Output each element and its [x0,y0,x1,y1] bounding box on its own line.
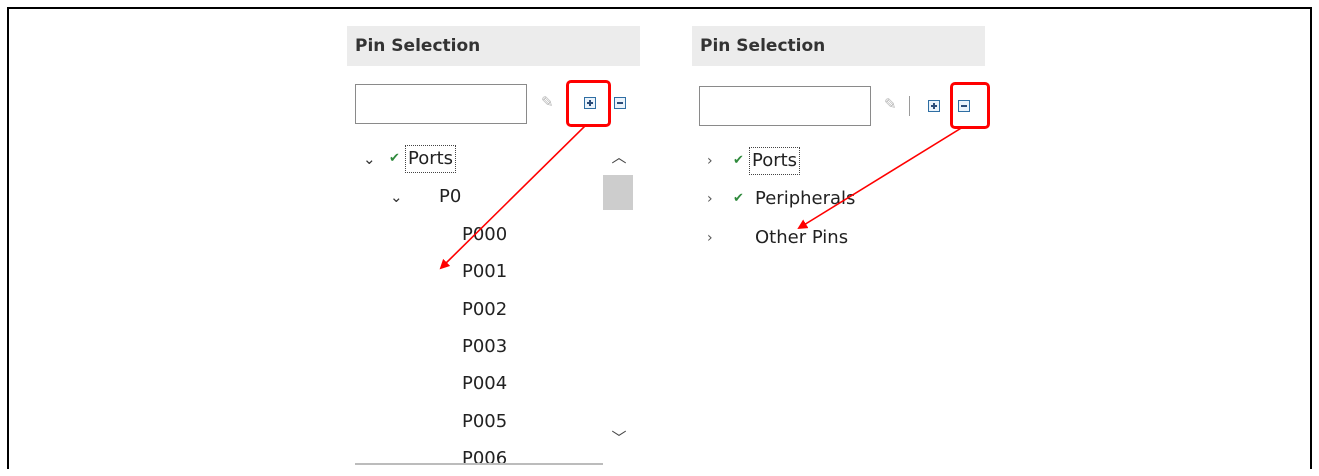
pin-label: P004 [462,373,508,394]
tree-item-label: P0 [439,186,462,207]
pin-label: P005 [462,411,508,432]
chevron-right-icon[interactable]: › [707,181,713,217]
annotation-highlight-box [950,82,990,129]
chevron-down-icon[interactable]: ⌄ [363,141,376,177]
check-icon: ✔ [733,153,744,168]
tree-item-other-pins[interactable]: › Other Pins [699,220,949,256]
scrollbar-thumb[interactable] [603,175,633,210]
tree-item-peripherals[interactable]: › ✔ Peripherals [699,181,949,217]
tree-item-label: Ports [748,147,801,175]
clear-filter-icon[interactable]: ✎ [541,94,557,110]
check-icon: ✔ [733,191,744,206]
tree-item-label: Other Pins [755,227,849,248]
tree-item-ports[interactable]: ⌄ ✔ Ports [355,141,603,177]
expand-all-icon[interactable] [928,100,940,112]
search-input[interactable] [699,86,871,126]
pin-label: P002 [462,299,508,320]
pin-label: P003 [462,336,508,357]
pin-label: P000 [462,224,508,245]
screenshot-frame [7,7,1312,469]
pin-label: P001 [462,261,508,282]
scroll-down-icon[interactable]: ﹀ [603,427,635,448]
chevron-down-icon[interactable]: ⌄ [390,179,403,215]
toolbar-separator [909,96,910,116]
chevron-right-icon[interactable]: › [707,220,713,256]
panel-header: Pin Selection [347,26,640,66]
tree-item-label: Ports [404,145,457,173]
chevron-right-icon[interactable]: › [707,143,713,179]
tree-item-ports[interactable]: › ✔ Ports [699,143,949,179]
pin-tree: ⌄ ✔ Ports ⌄ P0 P000 P001 P002 P003 P004 … [355,138,603,465]
scroll-up-icon[interactable]: ︿ [603,146,635,167]
horizontal-scrollbar[interactable] [355,463,603,465]
search-input[interactable] [355,84,527,124]
annotation-highlight-box [566,80,611,127]
tree-item-label: Peripherals [755,188,856,209]
panel-header: Pin Selection [692,26,985,66]
collapse-all-icon[interactable] [614,97,626,109]
clear-filter-icon[interactable]: ✎ [884,96,900,112]
check-icon: ✔ [389,151,400,166]
tree-item-p0[interactable]: ⌄ P0 [355,179,603,215]
pin-label: P006 [462,448,508,465]
